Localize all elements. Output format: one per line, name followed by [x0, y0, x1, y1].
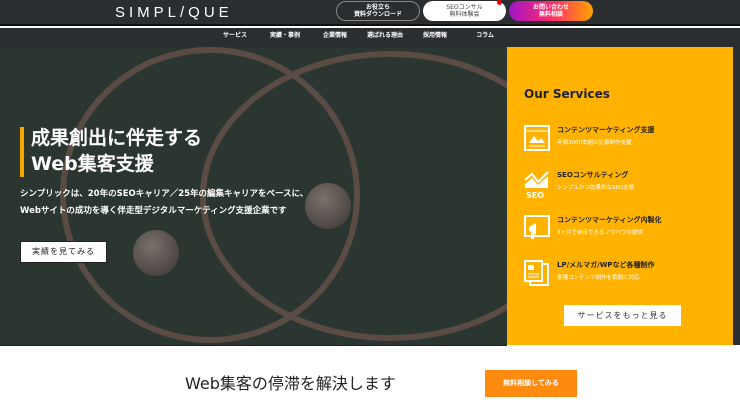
seo-label: SEO [526, 191, 545, 200]
label: お役立ち [365, 4, 390, 11]
more-services-button[interactable]: サービスをもっと見る [564, 305, 681, 326]
service-item[interactable]: LP/メルマガ/WPなど各種制作 各種コンテンツ制作を柔軟に対応 [524, 260, 724, 290]
header: SIMPL/QUE お役立ち 資料ダウンロード SEOコンサル 無料体験会 お問い合… [0, 0, 740, 26]
notification-dot [497, 0, 502, 5]
service-sub: 各種コンテンツ制作を柔軟に対応 [557, 275, 640, 281]
label: 無料相談 [538, 11, 563, 18]
label: 資料ダウンロード [353, 11, 402, 18]
main-nav: サービス 実績・事例 企業情報 選ばれる理由 採用情報 コラム [0, 28, 740, 47]
documents-icon [524, 260, 549, 286]
label: SEOコンサル [446, 4, 483, 11]
title-line: 成果創出に伴走する [31, 127, 203, 149]
browser-image-icon [524, 125, 550, 151]
nav-recruit[interactable]: 採用情報 [410, 28, 460, 47]
divider [0, 345, 507, 346]
seo-consult-button[interactable]: SEOコンサル 無料体験会 [423, 1, 506, 21]
service-title: コンテンツマーケティング内製化 [557, 216, 662, 224]
service-title: SEOコンサルティング [557, 171, 629, 179]
services-title: Our Services [524, 87, 610, 101]
accent-bar [20, 127, 24, 177]
megaphone-icon [524, 215, 550, 239]
hero-description: シンプリックは、20年のSEOキャリア／25年の編集キャリアをベースに、 Webサ… [20, 186, 308, 220]
nav-works[interactable]: 実績・事例 [260, 28, 310, 47]
service-sub: シンプルかつ効果的なSEO支援 [557, 185, 635, 191]
label: お問い合わせ [532, 4, 569, 11]
free-consult-button[interactable]: 無料相談してみる [485, 370, 577, 397]
seo-chart-icon [524, 171, 549, 188]
decorative-ball [133, 230, 179, 276]
service-item[interactable]: SEO SEOコンサルティング シンプルかつ効果的なSEO支援 [524, 170, 724, 200]
title-line: Web集客支援 [31, 153, 154, 175]
scroll-edge [733, 47, 740, 345]
contact-button[interactable]: お問い合わせ 無料相談 [509, 1, 593, 21]
nav-company[interactable]: 企業情報 [310, 28, 360, 47]
label: 無料体験会 [449, 11, 480, 18]
service-title: コンテンツマーケティング支援 [557, 126, 655, 134]
view-works-button[interactable]: 実績を見てみる [20, 241, 107, 263]
service-item[interactable]: コンテンツマーケティング内製化 3ヶ月で自走できるノウハウの提供 [524, 215, 724, 245]
service-sub: 年間3000本超の記事制作支援 [557, 140, 632, 146]
services-panel: Our Services コンテンツマーケティング支援 年間3000本超の記事制… [507, 47, 733, 345]
desc-line: Webサイトの成功を導く伴走型デジタルマーケティング支援企業です [20, 206, 287, 216]
hero-title: 成果創出に伴走する Web集客支援 [31, 125, 202, 177]
desc-line: シンプリックは、20年のSEOキャリア／25年の編集キャリアをベースに、 [20, 189, 309, 199]
decorative-ball [305, 183, 351, 229]
section-title: Web集客の停滞を解決します [185, 374, 396, 393]
download-button[interactable]: お役立ち 資料ダウンロード [336, 1, 420, 21]
service-sub: 3ヶ月で自走できるノウハウの提供 [557, 230, 643, 236]
nav-column[interactable]: コラム [460, 28, 510, 47]
service-item[interactable]: コンテンツマーケティング支援 年間3000本超の記事制作支援 [524, 125, 724, 155]
logo[interactable]: SIMPL/QUE [115, 4, 233, 21]
service-title: LP/メルマガ/WPなど各種制作 [557, 261, 655, 269]
nav-services[interactable]: サービス [210, 28, 260, 47]
nav-reasons[interactable]: 選ばれる理由 [360, 28, 410, 47]
